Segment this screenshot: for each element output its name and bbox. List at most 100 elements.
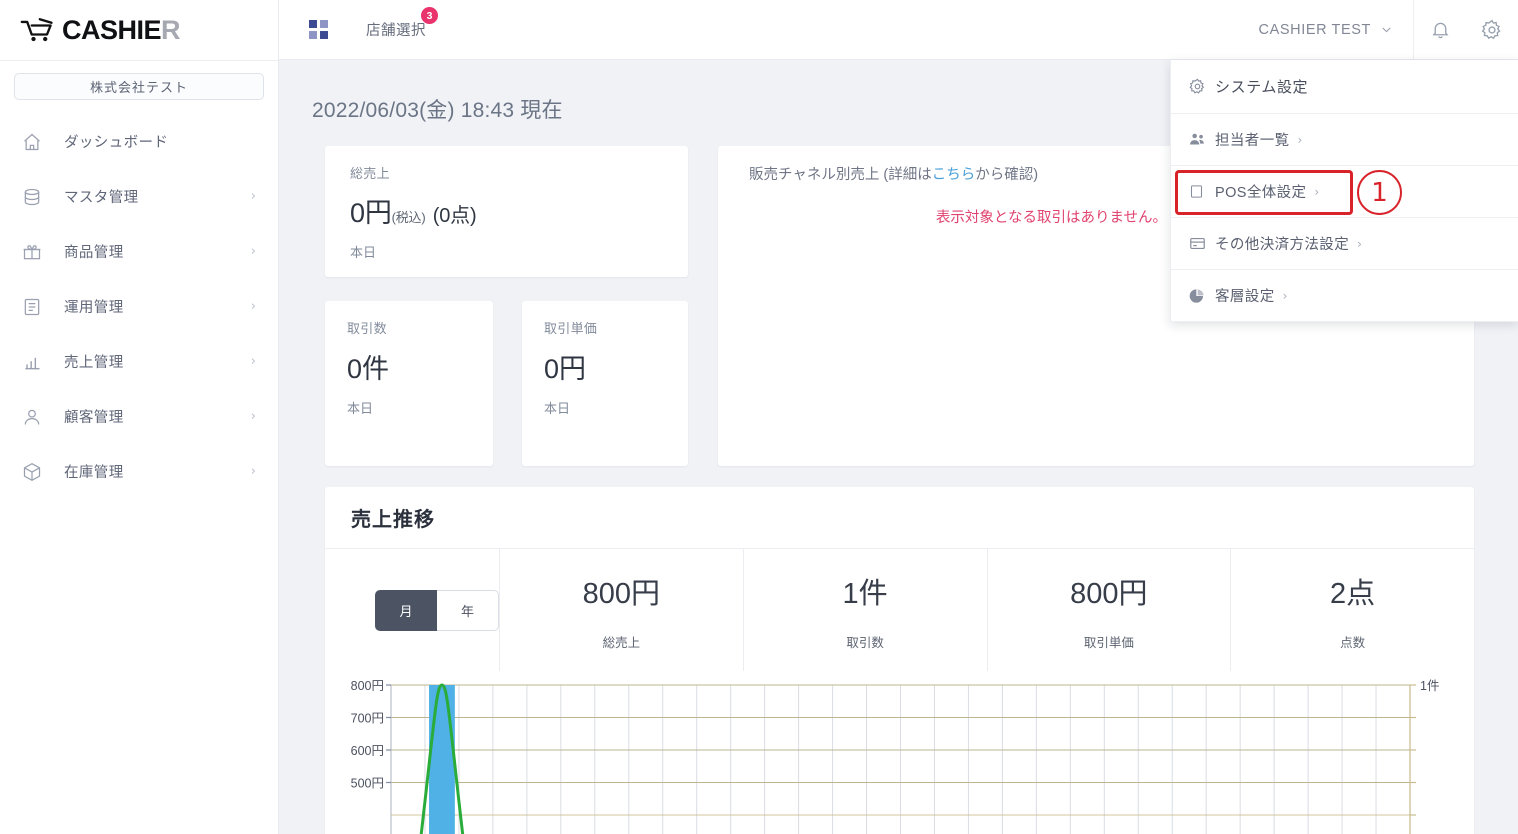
- total-sales-points: (0点): [432, 205, 477, 227]
- total-sales-tax-note: (税込): [391, 210, 426, 225]
- card-footer: 本日: [347, 401, 374, 416]
- sidebar-item-dashboard[interactable]: ダッシュボード: [0, 114, 278, 169]
- panel-item-staff-list[interactable]: 担当者一覧 ›: [1171, 114, 1518, 166]
- card-value: 0円(税込) (0点): [350, 191, 688, 230]
- sidebar-item-customer[interactable]: 顧客管理 ›: [0, 389, 278, 444]
- credit-card-icon: [1189, 235, 1215, 252]
- trend-stat-value: 2点: [1330, 577, 1376, 610]
- trend-stat-total-sales: 800円 総売上: [499, 549, 743, 671]
- chevron-right-icon: ›: [1314, 184, 1320, 199]
- sidebar-item-operation[interactable]: 運用管理 ›: [0, 279, 278, 334]
- trend-stat-value: 800円: [582, 577, 661, 610]
- top-header: 店舗選択 3 CASHIER TEST: [279, 0, 1518, 60]
- channel-title-prefix: 販売チャネル別売上 (詳細は: [749, 167, 932, 183]
- sales-trend-chart[interactable]: 500円 600円 700円 800円 1件: [325, 671, 1474, 834]
- notification-bell-button[interactable]: [1414, 0, 1466, 59]
- trend-stat-transaction-count: 1件 取引数: [742, 549, 987, 671]
- user-name-label: CASHIER TEST: [1258, 21, 1371, 38]
- store-selector-button[interactable]: 店舗選択 3: [309, 6, 439, 40]
- home-icon: [22, 132, 50, 152]
- gear-icon: [1481, 19, 1501, 39]
- user-menu-button[interactable]: CASHIER TEST: [1239, 0, 1414, 59]
- store-selector-label-wrap: 店舗選択 3: [366, 6, 439, 40]
- gift-icon: [22, 242, 50, 262]
- sales-trend-panel: 売上推移 月 年 800円 総売上 1件 取引数 800円 取引単価 2点 点数…: [325, 487, 1474, 834]
- store-selector-label: 店舗選択: [366, 23, 426, 39]
- channel-detail-link[interactable]: こちら: [932, 167, 976, 183]
- card-caption: 総売上: [350, 166, 390, 181]
- sales-trend-title: 売上推移: [351, 509, 435, 531]
- panel-item-label: その他決済方法設定: [1215, 237, 1350, 253]
- chevron-right-icon: ›: [1297, 132, 1303, 147]
- sidebar-item-product[interactable]: 商品管理 ›: [0, 224, 278, 279]
- bar-chart-icon: [22, 352, 50, 372]
- sidebar-item-label: 運用管理: [64, 300, 124, 316]
- chart-y-tick-label: 500円: [351, 777, 384, 791]
- sidebar-item-label: 売上管理: [64, 355, 124, 371]
- system-settings-dropdown: システム設定 担当者一覧 › POS全体設定 › その他決済方法設定 › 客層設…: [1170, 60, 1518, 322]
- card-transaction-count: 取引数 0件 本日: [325, 301, 493, 466]
- grid-icon: [309, 20, 328, 39]
- chart-y-tick-label: 600円: [351, 744, 384, 758]
- chevron-down-icon: [1382, 27, 1391, 33]
- sidebar-item-label: 顧客管理: [64, 410, 124, 426]
- settings-gear-button[interactable]: [1466, 0, 1518, 59]
- database-icon: [22, 187, 50, 207]
- channel-title-suffix: から確認): [975, 167, 1039, 183]
- card-caption: 取引単価: [544, 321, 598, 336]
- chevron-right-icon: ›: [250, 464, 256, 479]
- company-name: 株式会社テスト: [89, 80, 188, 95]
- chart-bar: [429, 685, 455, 834]
- sidebar-item-inventory[interactable]: 在庫管理 ›: [0, 444, 278, 499]
- tablet-icon: [1189, 184, 1215, 199]
- trend-stat-value: 800円: [1070, 577, 1148, 610]
- sales-trend-summary: 月 年 800円 総売上 1件 取引数 800円 取引単価 2点 点数: [325, 549, 1474, 671]
- trend-stat-caption: 総売上: [602, 635, 641, 650]
- trend-stat-caption: 取引数: [846, 635, 884, 650]
- store-count-badge: 3: [420, 6, 439, 25]
- sidebar-item-label: マスタ管理: [64, 190, 139, 206]
- panel-title: システム設定: [1215, 79, 1309, 96]
- panel-item-label: 担当者一覧: [1215, 133, 1290, 149]
- brand-name-main: CASHIE: [62, 14, 162, 45]
- panel-item-customer-segment-settings[interactable]: 客層設定 ›: [1171, 270, 1518, 322]
- sidebar-nav: ダッシュボード マスタ管理 › 商品管理 › 運用管理 › 売上管理 › 顧客管…: [0, 114, 278, 499]
- gear-icon: [1189, 78, 1215, 95]
- card-value: 0円: [544, 354, 587, 384]
- brand-name: CASHIER: [62, 14, 181, 46]
- chart-y-tick-label: 800円: [351, 679, 384, 693]
- chevron-right-icon: ›: [250, 299, 256, 314]
- chevron-right-icon: ›: [250, 354, 256, 369]
- sidebar-item-master[interactable]: マスタ管理 ›: [0, 169, 278, 224]
- user-icon: [22, 407, 50, 427]
- card-transaction-unit-price: 取引単価 0円 本日: [522, 301, 688, 466]
- card-value: 0件: [347, 354, 390, 384]
- sidebar-item-label: 在庫管理: [64, 465, 124, 481]
- trend-stat-caption: 点数: [1340, 635, 1366, 650]
- total-sales-amount: 0円: [350, 198, 392, 228]
- period-toggle-month[interactable]: 月: [375, 589, 437, 631]
- header-right-group: CASHIER TEST: [1239, 0, 1518, 59]
- period-toggle-group: 月 年: [325, 549, 499, 671]
- chevron-right-icon: ›: [1282, 288, 1288, 303]
- sidebar: CASHIER 株式会社テスト ダッシュボード マスタ管理 › 商品管理 › 運…: [0, 0, 279, 834]
- chevron-right-icon: ›: [250, 409, 256, 424]
- sidebar-item-label: 商品管理: [64, 245, 124, 261]
- bell-icon: [1431, 22, 1449, 39]
- company-selector[interactable]: 株式会社テスト: [14, 73, 264, 100]
- brand-logo[interactable]: CASHIER: [0, 0, 278, 61]
- panel-item-other-payment-settings[interactable]: その他決済方法設定 ›: [1171, 218, 1518, 270]
- sidebar-item-sales[interactable]: 売上管理 ›: [0, 334, 278, 389]
- panel-title-row: システム設定: [1171, 60, 1518, 114]
- app-root: CASHIER 株式会社テスト ダッシュボード マスタ管理 › 商品管理 › 運…: [0, 0, 1518, 834]
- sidebar-item-label: ダッシュボード: [64, 135, 169, 151]
- chart-svg: 500円 600円 700円 800円 1件: [351, 679, 1439, 834]
- panel-item-label: 客層設定: [1215, 289, 1275, 305]
- chevron-right-icon: ›: [250, 189, 256, 204]
- panel-item-label: POS全体設定: [1215, 185, 1307, 201]
- panel-item-pos-settings[interactable]: POS全体設定 ›: [1171, 166, 1518, 218]
- period-toggle-year[interactable]: 年: [437, 589, 499, 631]
- chart-y2-tick-label: 1件: [1420, 679, 1439, 693]
- chevron-right-icon: ›: [1357, 236, 1362, 251]
- trend-stat-caption: 取引単価: [1083, 635, 1134, 650]
